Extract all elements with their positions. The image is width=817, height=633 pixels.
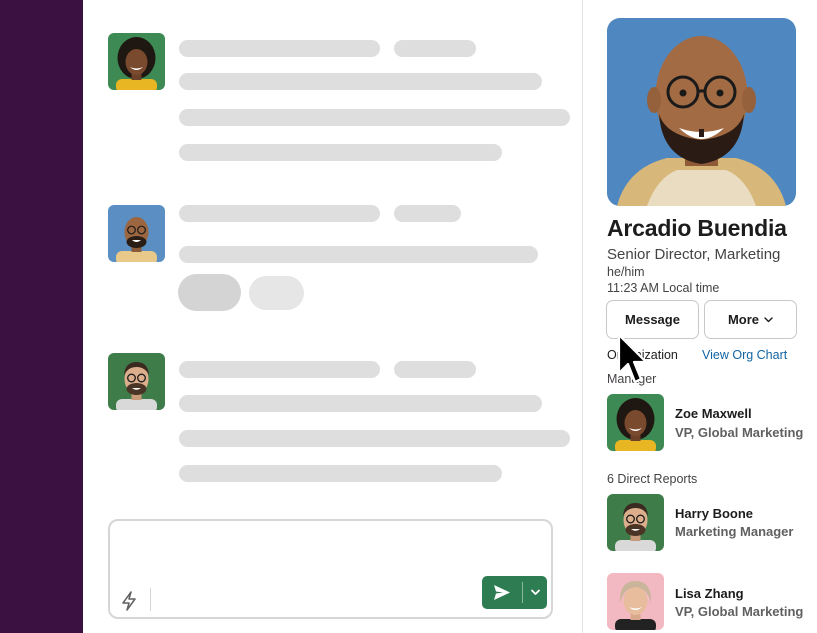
message-composer[interactable] bbox=[108, 519, 553, 619]
send-divider bbox=[522, 582, 523, 603]
skeleton-bar bbox=[179, 40, 380, 57]
workspace-sidebar bbox=[0, 0, 83, 633]
profile-pronouns: he/him bbox=[607, 265, 645, 279]
profile-local-time: 11:23 AM Local time bbox=[607, 281, 720, 295]
direct-reports-label: 6 Direct Reports bbox=[607, 472, 698, 486]
direct-report-avatar[interactable] bbox=[607, 573, 664, 630]
view-org-chart-link[interactable]: View Org Chart bbox=[702, 348, 787, 362]
skeleton-bar bbox=[394, 205, 461, 222]
skeleton-bar bbox=[179, 109, 570, 126]
direct-report-name[interactable]: Harry Boone bbox=[675, 506, 753, 521]
mouse-pointer-icon bbox=[617, 333, 648, 384]
direct-report-role: Marketing Manager bbox=[675, 524, 794, 539]
skeleton-bar bbox=[179, 395, 542, 412]
send-options-button[interactable] bbox=[524, 576, 547, 609]
manager-name[interactable]: Zoe Maxwell bbox=[675, 406, 752, 421]
skeleton-bar bbox=[179, 430, 570, 447]
message-button-label: Message bbox=[625, 312, 680, 327]
message-avatar[interactable] bbox=[108, 33, 165, 90]
manager-role: VP, Global Marketing bbox=[675, 425, 804, 440]
direct-report-role: VP, Global Marketing bbox=[675, 604, 804, 619]
profile-title: Senior Director, Marketing bbox=[607, 246, 781, 263]
lightning-bolt-icon[interactable] bbox=[119, 590, 139, 612]
more-button-label: More bbox=[727, 312, 760, 327]
send-icon bbox=[494, 585, 510, 600]
profile-panel: Arcadio Buendia Senior Director, Marketi… bbox=[583, 0, 817, 633]
skeleton-reaction bbox=[178, 274, 241, 311]
manager-avatar[interactable] bbox=[607, 394, 664, 451]
skeleton-bar bbox=[179, 73, 542, 90]
skeleton-bar bbox=[179, 361, 380, 378]
profile-name: Arcadio Buendia bbox=[607, 215, 787, 241]
message-avatar[interactable] bbox=[108, 205, 165, 262]
send-button-group bbox=[482, 576, 547, 609]
skeleton-bar bbox=[179, 246, 538, 263]
skeleton-bar bbox=[394, 40, 476, 57]
skeleton-bar bbox=[179, 205, 380, 222]
chevron-down-icon bbox=[531, 589, 540, 595]
chevron-down-icon bbox=[764, 316, 773, 322]
send-button[interactable] bbox=[482, 576, 522, 609]
skeleton-bar bbox=[179, 144, 502, 161]
skeleton-reaction bbox=[249, 276, 304, 310]
message-avatar[interactable] bbox=[108, 353, 165, 410]
direct-report-name[interactable]: Lisa Zhang bbox=[675, 586, 744, 601]
skeleton-bar bbox=[394, 361, 476, 378]
direct-report-avatar[interactable] bbox=[607, 494, 664, 551]
profile-photo bbox=[607, 18, 796, 206]
more-button[interactable]: More bbox=[704, 300, 797, 339]
composer-divider bbox=[150, 588, 151, 611]
skeleton-bar bbox=[179, 465, 502, 482]
chat-pane bbox=[83, 0, 582, 633]
